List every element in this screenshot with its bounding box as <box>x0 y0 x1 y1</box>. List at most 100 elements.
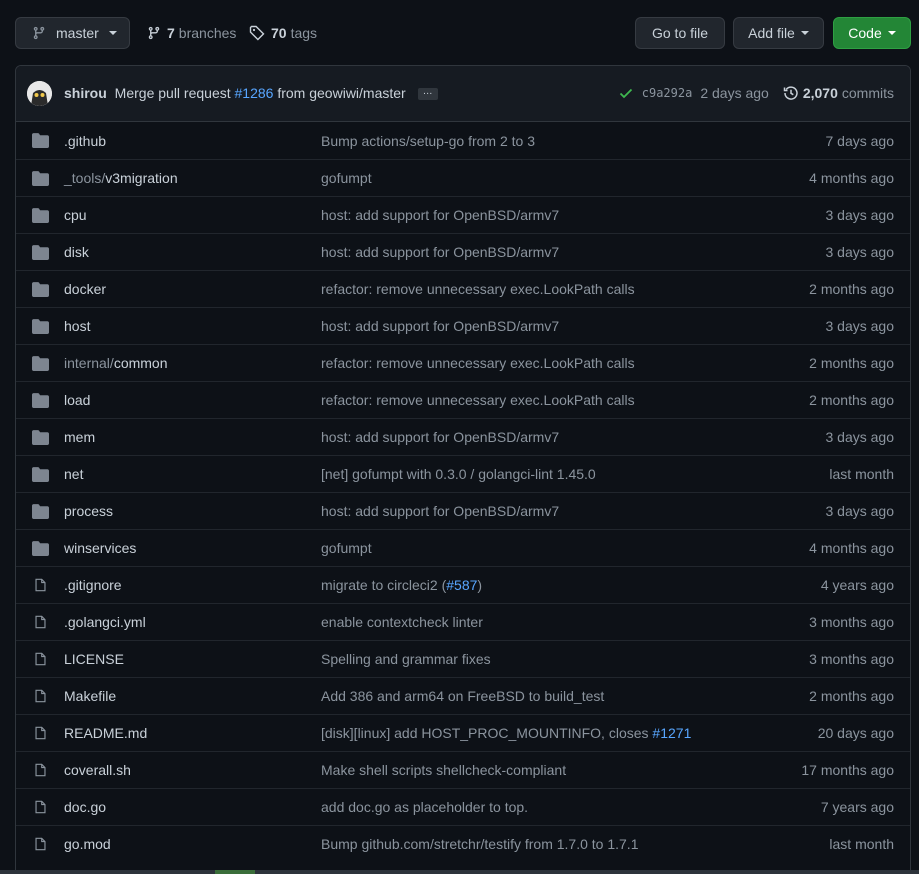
file-commit-message[interactable]: host: add support for OpenBSD/armv7 <box>321 244 559 260</box>
file-name: docker <box>64 281 107 297</box>
file-name-link[interactable]: winservices <box>64 540 136 556</box>
file-name-link[interactable]: Makefile <box>64 688 116 704</box>
scrollbar-thumb[interactable] <box>215 870 255 874</box>
file-commit-time: 3 days ago <box>825 318 895 334</box>
commit-message-text: migrate to circleci2 ( <box>321 577 447 593</box>
file-name-link[interactable]: _tools/v3migration <box>64 170 178 186</box>
commit-message-text: host: add support for OpenBSD/armv7 <box>321 429 560 445</box>
commits-link[interactable]: 2,070 commits <box>783 85 894 101</box>
file-name-link[interactable]: .gitignore <box>64 577 122 593</box>
file-commit-message[interactable]: gofumpt <box>321 170 372 186</box>
file-name-link[interactable]: load <box>64 392 90 408</box>
file-commit-message[interactable]: refactor: remove unnecessary exec.LookPa… <box>321 392 635 408</box>
file-commit-message[interactable]: refactor: remove unnecessary exec.LookPa… <box>321 355 635 371</box>
file-name-link[interactable]: disk <box>64 244 89 260</box>
file-name-link[interactable]: internal/common <box>64 355 168 371</box>
commit-message-text: enable contextcheck linter <box>321 614 483 630</box>
file-name: mem <box>64 429 96 445</box>
file-commit-message[interactable]: Bump actions/setup-go from 2 to 3 <box>321 133 535 149</box>
file-row: disk host: add support for OpenBSD/armv7 3… <box>16 233 910 270</box>
file-icon <box>35 763 46 777</box>
commit-message-text: refactor: remove unnecessary exec.LookPa… <box>321 281 635 297</box>
tags-link[interactable]: 70 tags <box>249 17 317 49</box>
file-icon <box>35 726 46 740</box>
go-to-file-button[interactable]: Go to file <box>635 17 725 49</box>
commit-time[interactable]: 2 days ago <box>700 85 769 101</box>
file-row: go.mod Bump github.com/stretchr/testify f… <box>16 825 910 862</box>
file-name-link[interactable]: net <box>64 466 83 482</box>
commit-message-text: Spelling and grammar fixes <box>321 651 491 667</box>
commit-message-prefix[interactable]: Merge pull request <box>115 85 231 101</box>
file-name-link[interactable]: .github <box>64 133 106 149</box>
avatar[interactable] <box>27 81 52 106</box>
file-name-link[interactable]: README.md <box>64 725 147 741</box>
file-row: load refactor: remove unnecessary exec.Lo… <box>16 381 910 418</box>
commit-author[interactable]: shirou <box>64 85 107 101</box>
file-commit-message[interactable]: [disk][linux] add HOST_PROC_MOUNTINFO, c… <box>321 725 691 741</box>
file-row: coverall.sh Make shell scripts shellcheck… <box>16 751 910 788</box>
issue-link[interactable]: #1271 <box>652 725 691 741</box>
chevron-down-icon <box>887 31 896 35</box>
file-icon <box>35 689 46 703</box>
file-commit-message[interactable]: Bump github.com/stretchr/testify from 1.… <box>321 836 638 852</box>
file-row: doc.go add doc.go as placeholder to top. 7… <box>16 788 910 825</box>
file-name-link[interactable]: .golangci.yml <box>64 614 146 630</box>
chevron-down-icon <box>108 31 117 35</box>
commit-message-suffix: ) <box>477 577 483 593</box>
file-commit-message[interactable]: Make shell scripts shellcheck-compliant <box>321 762 566 778</box>
file-commit-message[interactable]: host: add support for OpenBSD/armv7 <box>321 318 559 334</box>
file-name: Makefile <box>64 688 117 704</box>
commit-sha[interactable]: c9a292a <box>642 86 693 100</box>
avatar-image <box>27 81 52 106</box>
file-commit-message[interactable]: Add 386 and arm64 on FreeBSD to build_te… <box>321 688 604 704</box>
file-name-link[interactable]: LICENSE <box>64 651 124 667</box>
code-button[interactable]: Code <box>833 17 911 49</box>
file-commit-message[interactable]: host: add support for OpenBSD/armv7 <box>321 503 559 519</box>
file-commit-message[interactable]: add doc.go as placeholder to top. <box>321 799 528 815</box>
file-row: .golangci.yml enable contextcheck linter 3… <box>16 603 910 640</box>
file-commit-time: 2 months ago <box>809 355 894 371</box>
file-name-link[interactable]: process <box>64 503 113 519</box>
file-commit-time: 3 months ago <box>809 614 894 630</box>
add-file-button[interactable]: Add file <box>733 17 824 49</box>
history-icon <box>783 86 798 100</box>
git-branch-icon <box>33 26 45 40</box>
commit-message-text: gofumpt <box>321 170 372 186</box>
commit-message-text: host: add support for OpenBSD/armv7 <box>321 503 560 519</box>
check-icon[interactable] <box>618 85 634 101</box>
file-name-link[interactable]: cpu <box>64 207 87 223</box>
file-name-link[interactable]: coverall.sh <box>64 762 131 778</box>
file-commit-message[interactable]: gofumpt <box>321 540 372 556</box>
file-commit-message[interactable]: host: add support for OpenBSD/armv7 <box>321 207 559 223</box>
file-name-link[interactable]: mem <box>64 429 95 445</box>
pr-link[interactable]: #1286 <box>235 85 274 101</box>
file-commit-time: 17 months ago <box>801 762 894 778</box>
file-commit-message[interactable]: migrate to circleci2 (#587) <box>321 577 482 593</box>
folder-icon <box>32 282 49 297</box>
expand-commit-button[interactable]: … <box>417 87 438 101</box>
folder-icon <box>32 393 49 408</box>
file-name-link[interactable]: go.mod <box>64 836 111 852</box>
issue-link[interactable]: #587 <box>446 577 477 593</box>
file-name-link[interactable]: docker <box>64 281 106 297</box>
commit-message-text: [disk][linux] add HOST_PROC_MOUNTINFO, c… <box>321 725 653 741</box>
file-commit-message[interactable]: [net] gofumpt with 0.3.0 / golangci-lint… <box>321 466 596 482</box>
file-commit-time: 4 months ago <box>809 540 894 556</box>
horizontal-scrollbar[interactable] <box>0 870 919 874</box>
commit-message-suffix[interactable]: from geowiwi/master <box>277 85 405 101</box>
file-row: internal/common refactor: remove unnecess… <box>16 344 910 381</box>
add-file-label: Add file <box>748 25 795 41</box>
file-row: process host: add support for OpenBSD/arm… <box>16 492 910 529</box>
file-commit-message[interactable]: Spelling and grammar fixes <box>321 651 491 667</box>
file-name-link[interactable]: doc.go <box>64 799 106 815</box>
branches-link[interactable]: 7 branches <box>147 17 236 49</box>
file-commit-message[interactable]: host: add support for OpenBSD/armv7 <box>321 429 559 445</box>
tag-icon <box>249 25 265 41</box>
branch-select-button[interactable]: master <box>15 17 130 49</box>
file-name-link[interactable]: host <box>64 318 90 334</box>
file-commit-message[interactable]: refactor: remove unnecessary exec.LookPa… <box>321 281 635 297</box>
file-commit-time: 7 years ago <box>820 799 894 815</box>
file-row: README.md [disk][linux] add HOST_PROC_MOU… <box>16 714 910 751</box>
file-commit-message[interactable]: enable contextcheck linter <box>321 614 483 630</box>
commit-message-text: host: add support for OpenBSD/armv7 <box>321 244 560 260</box>
